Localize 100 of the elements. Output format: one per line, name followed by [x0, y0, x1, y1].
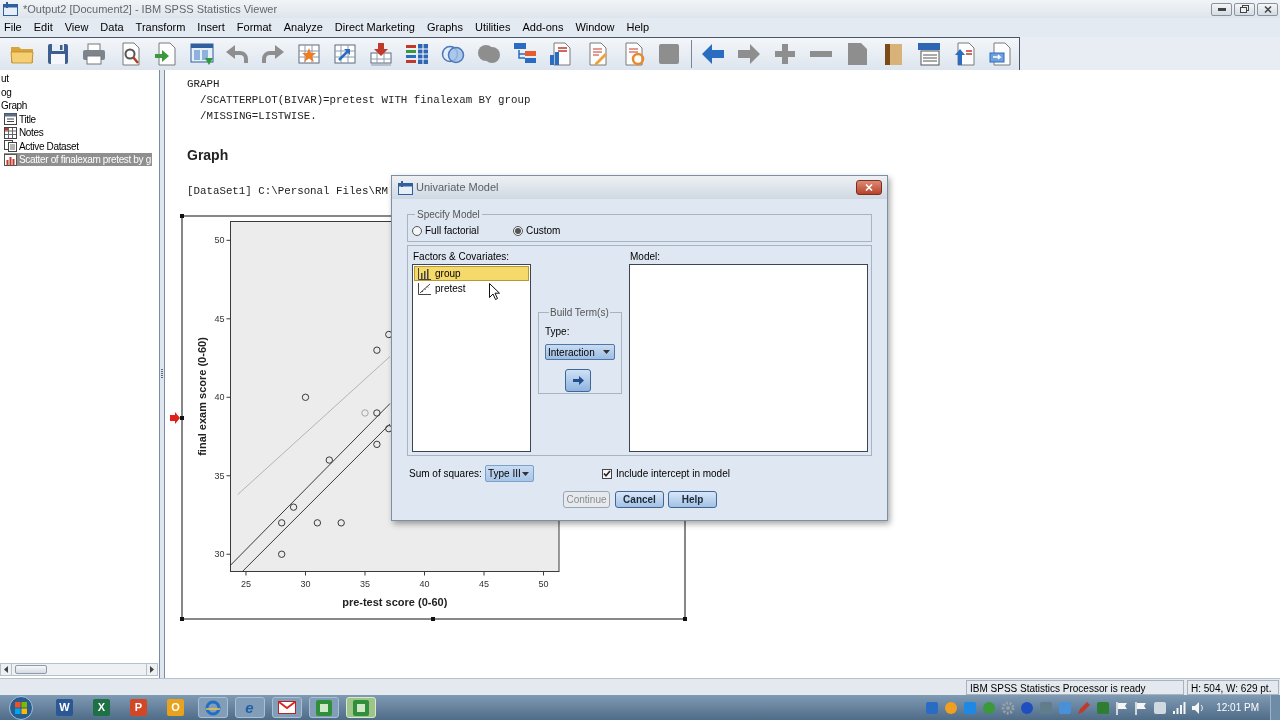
circle-icon[interactable]: [944, 700, 959, 715]
close-icon: [865, 184, 873, 191]
dialog-title: Univariate Model: [416, 180, 499, 196]
start-orb-icon[interactable]: [9, 695, 33, 720]
grid-arrow-icon[interactable]: [333, 42, 358, 66]
axis-tick-label: 50: [538, 578, 549, 589]
restore-icon: [1240, 5, 1249, 13]
right-arrow-icon: [572, 376, 584, 385]
menu-item[interactable]: Direct Marketing: [334, 18, 415, 37]
menu-item[interactable]: Data: [100, 18, 124, 37]
status-text: IBM SPSS Statistics Processor is ready: [966, 679, 1184, 695]
right-triangle-icon: [150, 666, 154, 673]
taskbar-button[interactable]: W: [56, 699, 73, 716]
checkbox-icon[interactable]: [602, 468, 612, 479]
flag-icon[interactable]: [1115, 700, 1130, 715]
document-arrow-icon[interactable]: [153, 42, 178, 66]
flag-icon[interactable]: [1134, 700, 1149, 715]
menu-item[interactable]: Edit: [33, 18, 53, 37]
taskbar-button[interactable]: [271, 697, 302, 718]
menu-item[interactable]: Format: [236, 18, 272, 37]
menu-item[interactable]: Analyze: [283, 18, 323, 37]
close-button[interactable]: [1257, 2, 1278, 16]
menu-item[interactable]: View: [64, 18, 89, 37]
axis-tick-label: 45: [479, 578, 489, 589]
status-text: H: 504, W: 629 pt.: [1187, 679, 1279, 695]
left-triangle-icon: [4, 666, 8, 673]
axis-tick-label: 50: [214, 235, 225, 246]
list-label: Model:: [629, 250, 660, 264]
grid-down-arrow-icon[interactable]: [369, 42, 394, 66]
minimize-button[interactable]: [1211, 2, 1232, 16]
gear-icon[interactable]: [1001, 700, 1016, 715]
hierarchy-icon[interactable]: [512, 42, 537, 66]
taskbar-button[interactable]: [197, 697, 228, 718]
tree-item[interactable]: Graph: [1, 99, 29, 113]
window-icon: [398, 180, 413, 195]
printer-icon[interactable]: [81, 42, 106, 66]
syntax-line: /MISSING=LISTWISE.: [200, 109, 317, 124]
list-grid-icon[interactable]: [405, 42, 430, 66]
tree-item[interactable]: ut: [1, 72, 10, 86]
taskbar-button[interactable]: [345, 697, 376, 718]
axis-tick-label: 40: [214, 392, 225, 403]
window-list-icon[interactable]: [917, 42, 941, 66]
square-icon[interactable]: [1153, 700, 1168, 715]
close-icon: [1263, 5, 1272, 13]
signal-bars-icon[interactable]: [1172, 700, 1187, 715]
menu-item[interactable]: Insert: [197, 18, 225, 37]
left-arrow-icon[interactable]: [701, 42, 726, 66]
checkbox-option[interactable]: Include intercept in model: [602, 466, 730, 481]
documents-icon: [4, 140, 17, 153]
document-up-arrow-icon[interactable]: [952, 42, 977, 66]
menu-item[interactable]: Transform: [135, 18, 186, 37]
axis-tick-label: 45: [214, 313, 225, 324]
close-button[interactable]: [856, 180, 882, 195]
axis-tick-label: 30: [214, 549, 225, 560]
menu-item[interactable]: Help: [626, 18, 650, 37]
tree-item[interactable]: Notes: [4, 126, 45, 140]
type-dropdown[interactable]: Interaction: [545, 344, 615, 360]
document-grid-icon: [4, 126, 17, 139]
minimize-icon: [1217, 7, 1226, 11]
window-tile-icon: [315, 699, 332, 716]
radio-icon[interactable]: [513, 225, 523, 236]
menu-item[interactable]: Add-ons: [522, 18, 564, 37]
restore-button[interactable]: [1234, 2, 1255, 16]
window-icon: [3, 2, 18, 16]
grid-star-icon[interactable]: [297, 42, 322, 66]
dataset-path: [DataSet1] C:\Personal Files\RM: [187, 184, 388, 199]
radio-icon[interactable]: [412, 225, 422, 236]
field-label: Type:: [545, 325, 570, 339]
dialog-button[interactable]: Cancel: [615, 491, 664, 508]
document-header-icon: [4, 113, 17, 126]
axis-tick-label: 30: [300, 578, 311, 589]
menu-item[interactable]: File: [4, 18, 22, 37]
dialog-button[interactable]: Help: [668, 491, 717, 508]
axis-tick-label: 25: [240, 578, 251, 589]
syntax-line: /SCATTERPLOT(BIVAR)=pretest WITH finalexam BY group: [200, 93, 531, 108]
taskbar-button[interactable]: [308, 697, 339, 718]
bar-chart-icon: [4, 153, 17, 166]
scroll-left-button[interactable]: [1, 664, 12, 675]
axis-title: final exam score (0-60): [195, 337, 208, 456]
document-chart-icon[interactable]: [548, 42, 573, 66]
move-button[interactable]: [565, 369, 591, 392]
menu-item[interactable]: Graphs: [426, 18, 463, 37]
tree-item[interactable]: og: [1, 85, 13, 99]
tree-item[interactable]: Title: [4, 112, 37, 126]
caret-down-icon: [603, 350, 610, 354]
menu-item[interactable]: Utilities: [475, 18, 511, 37]
menu-item[interactable]: Window: [575, 18, 615, 37]
axis-tick-label: 40: [419, 578, 430, 589]
radio-option[interactable]: Custom: [513, 223, 561, 238]
speaker-icon[interactable]: [1191, 700, 1206, 715]
scroll-right-button[interactable]: [146, 664, 157, 675]
circle-icon[interactable]: [1020, 700, 1035, 715]
tree-item[interactable]: Active Dataset: [4, 139, 80, 153]
taskbar-button[interactable]: X: [93, 699, 110, 716]
taskbar-button[interactable]: P: [130, 699, 147, 716]
document-window-icon[interactable]: [988, 42, 1013, 66]
scrollbar-thumb[interactable]: [15, 665, 47, 674]
clock[interactable]: 12:01 PM: [1216, 700, 1259, 715]
radio-option[interactable]: Full factorial: [412, 223, 513, 238]
horizontal-scrollbar[interactable]: [0, 663, 158, 676]
